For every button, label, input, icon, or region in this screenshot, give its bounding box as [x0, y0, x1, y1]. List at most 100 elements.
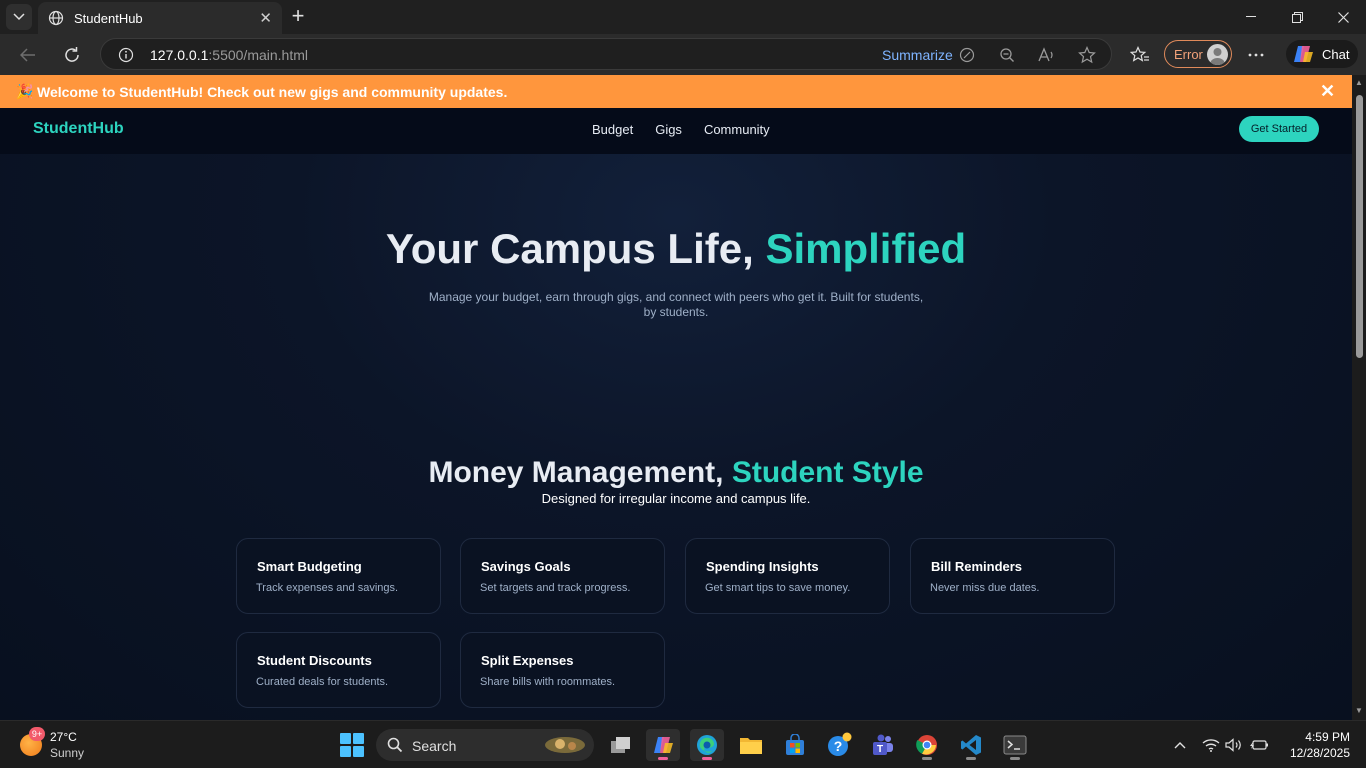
card-description: Set targets and track progress.	[480, 582, 631, 594]
money-title-accent: Student Style	[731, 456, 924, 489]
favorites-icon	[1130, 46, 1149, 62]
volume-icon[interactable]	[1224, 735, 1244, 755]
taskbar-edge-app[interactable]	[690, 729, 724, 761]
windows-logo-tile	[340, 746, 351, 757]
scroll-thumb[interactable]	[1356, 95, 1363, 358]
taskbar-terminal-app[interactable]	[998, 729, 1032, 761]
feature-card-savings-goals[interactable]: Savings Goals Set targets and track prog…	[460, 538, 665, 614]
hero-title-accent: Simplified	[765, 225, 967, 272]
banner-text: Welcome to StudentHub! Check out new gig…	[37, 84, 508, 100]
windows-taskbar: 9+ 27°C Sunny Search ? T 4:59 PM 12/28/2…	[0, 720, 1366, 768]
money-section-subtitle: Designed for irregular income and campus…	[541, 491, 811, 506]
svg-text:T: T	[877, 744, 883, 755]
announcement-banner: 🎉 Welcome to StudentHub! Check out new g…	[0, 75, 1352, 108]
summarize-button[interactable]: Summarize	[882, 47, 953, 63]
taskbar-vscode-app[interactable]	[954, 729, 988, 761]
feature-card-bill-reminders[interactable]: Bill Reminders Never miss due dates.	[910, 538, 1115, 614]
card-description: Share bills with roommates.	[480, 676, 616, 688]
feature-card-smart-budgeting[interactable]: Smart Budgeting Track expenses and savin…	[236, 538, 441, 614]
restore-icon	[1291, 11, 1303, 23]
favorite-star-icon[interactable]	[1077, 45, 1097, 65]
chevron-down-icon	[13, 13, 25, 21]
weather-badge: 9+	[29, 727, 45, 741]
browser-tab-active[interactable]: StudentHub ✕	[38, 2, 282, 34]
page-scrollbar[interactable]: ▲ ▼	[1352, 75, 1366, 720]
browser-toolbar: 127.0.0.1:5500/main.html Summarize Error…	[0, 34, 1366, 75]
weather-condition: Sunny	[50, 746, 85, 760]
help-icon: ?	[828, 732, 852, 756]
nav-link-gigs[interactable]: Gigs	[655, 122, 682, 137]
back-button[interactable]	[16, 43, 40, 67]
battery-icon[interactable]	[1249, 735, 1269, 755]
search-label: Search	[412, 738, 457, 754]
brand-logo[interactable]: StudentHub	[33, 120, 124, 138]
minimize-button[interactable]	[1228, 0, 1274, 34]
restore-button[interactable]	[1274, 0, 1320, 34]
refresh-icon	[65, 47, 79, 62]
get-started-button[interactable]: Get Started	[1239, 116, 1319, 142]
taskbar-file-explorer-app[interactable]	[734, 729, 768, 761]
minimize-icon	[1246, 16, 1256, 17]
hero-title-main: Your Campus Life,	[385, 225, 766, 272]
tab-close-icon[interactable]: ✕	[259, 9, 272, 27]
card-description: Track expenses and savings.	[256, 582, 399, 594]
address-bar[interactable]: 127.0.0.1:5500/main.html Summarize	[100, 38, 1112, 70]
tab-actions-button[interactable]	[6, 4, 32, 30]
card-title: Bill Reminders	[931, 559, 1023, 574]
running-indicator	[966, 757, 976, 760]
scroll-up-arrow-icon[interactable]: ▲	[1355, 79, 1363, 87]
show-hidden-icons-button[interactable]	[1170, 735, 1190, 755]
chrome-icon	[916, 735, 937, 755]
wifi-icon[interactable]	[1201, 735, 1221, 755]
refresh-button[interactable]	[60, 43, 84, 67]
start-button[interactable]	[340, 733, 364, 757]
taskbar-store-app[interactable]	[778, 729, 812, 761]
vscode-icon	[961, 735, 981, 755]
copilot-app-icon	[654, 737, 673, 753]
hero-subtitle: Manage your budget, earn through gigs, a…	[428, 290, 924, 319]
party-icon: 🎉	[16, 83, 34, 99]
copilot-chat-button[interactable]: Chat	[1286, 40, 1358, 68]
svg-text:?: ?	[834, 738, 843, 754]
task-view-button[interactable]	[604, 729, 638, 761]
edge-browser-icon	[697, 735, 717, 755]
favorites-button[interactable]	[1128, 43, 1152, 67]
copilot-summarize-icon[interactable]	[957, 45, 977, 65]
card-description: Never miss due dates.	[930, 582, 1040, 594]
running-indicator	[702, 757, 712, 760]
taskbar-teams-app[interactable]: T	[866, 729, 900, 761]
task-view-icon	[611, 737, 630, 753]
close-icon	[1337, 11, 1349, 23]
zoom-out-icon[interactable]	[997, 45, 1017, 65]
more-options-button[interactable]	[1244, 43, 1268, 67]
taskbar-help-app[interactable]: ?	[822, 729, 856, 761]
terminal-icon	[1003, 735, 1027, 755]
tab-bar: StudentHub ✕ +	[0, 0, 1366, 34]
nav-link-community[interactable]: Community	[704, 122, 770, 137]
banner-close-icon[interactable]: ✕	[1320, 81, 1335, 102]
taskbar-chrome-app[interactable]	[910, 729, 944, 761]
read-aloud-icon[interactable]	[1037, 45, 1057, 65]
clock-date[interactable]: 12/28/2025	[1282, 746, 1350, 760]
url-text[interactable]: 127.0.0.1:5500/main.html	[150, 47, 308, 63]
money-section-title: Money Management, Student Style	[0, 456, 1352, 490]
feature-card-spending-insights[interactable]: Spending Insights Get smart tips to save…	[685, 538, 890, 614]
site-info-icon[interactable]	[116, 45, 136, 65]
profile-error-button[interactable]: Error	[1164, 40, 1232, 68]
clock-time[interactable]: 4:59 PM	[1282, 730, 1350, 744]
close-window-button[interactable]	[1320, 0, 1366, 34]
new-tab-button[interactable]: +	[288, 5, 308, 28]
taskbar-search[interactable]: Search	[376, 729, 594, 761]
card-description: Get smart tips to save money.	[705, 582, 851, 594]
nav-links: Budget Gigs Community	[592, 122, 770, 137]
search-icon	[387, 737, 403, 753]
store-icon	[786, 734, 804, 755]
tab-title: StudentHub	[74, 10, 143, 26]
taskbar-copilot-app[interactable]	[646, 729, 680, 761]
nav-link-budget[interactable]: Budget	[592, 122, 633, 137]
card-title: Smart Budgeting	[257, 559, 362, 574]
feature-card-split-expenses[interactable]: Split Expenses Share bills with roommate…	[460, 632, 665, 708]
scroll-down-arrow-icon[interactable]: ▼	[1355, 707, 1363, 715]
card-title: Spending Insights	[706, 559, 819, 574]
feature-card-student-discounts[interactable]: Student Discounts Curated deals for stud…	[236, 632, 441, 708]
